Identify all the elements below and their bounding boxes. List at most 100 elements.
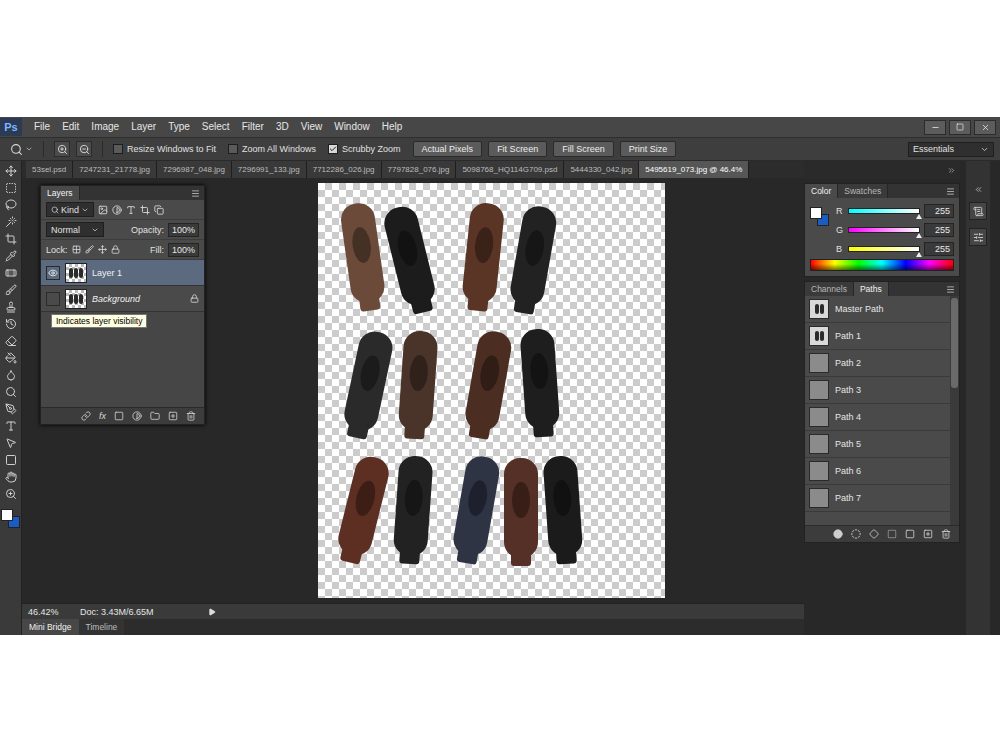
menu-item[interactable]: View [295,117,329,137]
zoom-in-button[interactable] [54,141,70,157]
adjustment-filter-icon[interactable] [112,205,122,215]
bottom-tab[interactable]: Mini Bridge [22,619,79,635]
path-row[interactable]: Path 7 [805,485,950,512]
shape-filter-icon[interactable] [140,205,150,215]
path-row[interactable]: Path 2 [805,350,950,377]
menu-item[interactable]: 3D [270,117,295,137]
eraser-tool-icon[interactable] [5,335,17,347]
document-tab[interactable]: 7296991_133.jpg [232,161,307,178]
slider-handle[interactable] [916,233,922,238]
menu-item[interactable]: Select [196,117,236,137]
option-checkbox[interactable]: Zoom All Windows [228,144,316,154]
fill-path-icon[interactable] [833,529,843,539]
close-button[interactable] [974,120,996,135]
work-path-icon[interactable] [887,529,897,539]
color-swatches[interactable] [810,207,830,227]
zoom-out-button[interactable] [76,141,92,157]
menu-item[interactable]: File [28,117,56,137]
panel-menu-icon[interactable] [946,285,955,294]
healing-tool-icon[interactable] [5,267,17,279]
option-button[interactable]: Actual Pixels [413,141,483,157]
document-tab[interactable]: 7247231_21778.jpg [73,161,157,178]
document-canvas[interactable] [318,183,665,598]
type-tool-icon[interactable] [5,420,17,432]
paint-bucket-tool-icon[interactable] [5,352,17,364]
smart-object-filter-icon[interactable] [154,205,164,215]
document-tab[interactable]: 7296987_048.jpg [157,161,232,178]
channel-value[interactable]: 255 [924,223,954,237]
new-path-icon[interactable] [923,529,933,539]
lock-position-icon[interactable] [98,245,107,254]
new-layer-icon[interactable] [168,411,178,421]
folder-icon[interactable] [150,411,160,421]
panel-tab[interactable]: Color [805,184,838,198]
expand-icon[interactable] [974,185,983,194]
path-row[interactable]: Path 1 [805,323,950,350]
menu-item[interactable]: Window [328,117,376,137]
marquee-tool-icon[interactable] [5,182,17,194]
magic-wand-tool-icon[interactable] [5,216,17,228]
slider-track[interactable] [848,246,920,252]
layer-row[interactable]: Background [41,286,204,312]
panel-menu-icon[interactable] [191,189,200,198]
zoom-field[interactable]: 46.42% [28,607,72,617]
document-tab[interactable]: 5495619_073.jpg @ 46.4% [639,161,749,178]
blur-tool-icon[interactable] [5,369,17,381]
history-brush-tool-icon[interactable] [5,318,17,330]
panel-menu-icon[interactable] [946,187,955,196]
crop-tool-icon[interactable] [5,233,17,245]
checkbox[interactable] [328,144,338,154]
path-row[interactable]: Path 5 [805,431,950,458]
pixel-filter-icon[interactable] [98,205,108,215]
blend-mode-dropdown[interactable]: Normal [46,222,104,237]
path-row[interactable]: Path 6 [805,458,950,485]
eyedropper-tool-icon[interactable] [5,250,17,262]
document-tab[interactable]: 5444330_042.jpg [564,161,639,178]
slider-handle[interactable] [916,252,922,257]
lock-pixels-icon[interactable] [85,245,94,254]
mask-icon[interactable] [905,529,915,539]
panel-tab[interactable]: Channels [805,282,854,296]
panel-tab[interactable]: Layers [41,186,80,200]
collapse-icon[interactable] [947,166,956,175]
path-row[interactable]: Path 4 [805,404,950,431]
menu-item[interactable]: Help [376,117,409,137]
document-tab[interactable]: 7712286_026.jpg [307,161,382,178]
slider-track[interactable] [848,227,920,233]
channel-value[interactable]: 255 [924,242,954,256]
fx-button[interactable]: fx [99,411,106,421]
restore-button[interactable] [949,120,971,135]
trash-icon[interactable] [941,529,951,539]
visibility-toggle[interactable] [46,266,60,280]
mask-icon[interactable] [114,411,124,421]
document-tab[interactable]: 5098768_HQ114G709.psd [456,161,564,178]
foreground-color[interactable] [1,509,13,521]
hand-tool-icon[interactable] [5,471,17,483]
menu-item[interactable]: Filter [236,117,270,137]
zoom-tool-icon[interactable] [5,488,17,500]
visibility-toggle[interactable] [46,292,60,306]
path-row[interactable]: Master Path [805,296,950,323]
tool-preset-picker[interactable] [10,143,33,156]
document-tab[interactable]: 53sel.psd [26,161,73,178]
channel-value[interactable]: 255 [924,204,954,218]
option-checkbox[interactable]: Resize Windows to Fit [113,144,216,154]
color-spectrum[interactable] [810,259,954,271]
option-checkbox[interactable]: Scrubby Zoom [328,144,401,154]
scrollbar[interactable] [950,296,959,525]
pen-tool-icon[interactable] [5,403,17,415]
play-icon[interactable] [208,608,216,616]
slider-handle[interactable] [916,214,922,219]
scroll-thumb[interactable] [951,298,958,388]
history-button[interactable] [969,202,987,220]
shape-tool-icon[interactable] [5,454,17,466]
stamp-tool-icon[interactable] [5,301,17,313]
lasso-tool-icon[interactable] [5,199,17,211]
lock-all-icon[interactable] [111,245,120,254]
move-tool-icon[interactable] [5,165,17,177]
type-filter-icon[interactable] [126,205,136,215]
option-button[interactable]: Fit Screen [488,141,547,157]
brush-tool-icon[interactable] [5,284,17,296]
layer-row[interactable]: Layer 1 [41,260,204,286]
foreground-color[interactable] [810,207,822,219]
